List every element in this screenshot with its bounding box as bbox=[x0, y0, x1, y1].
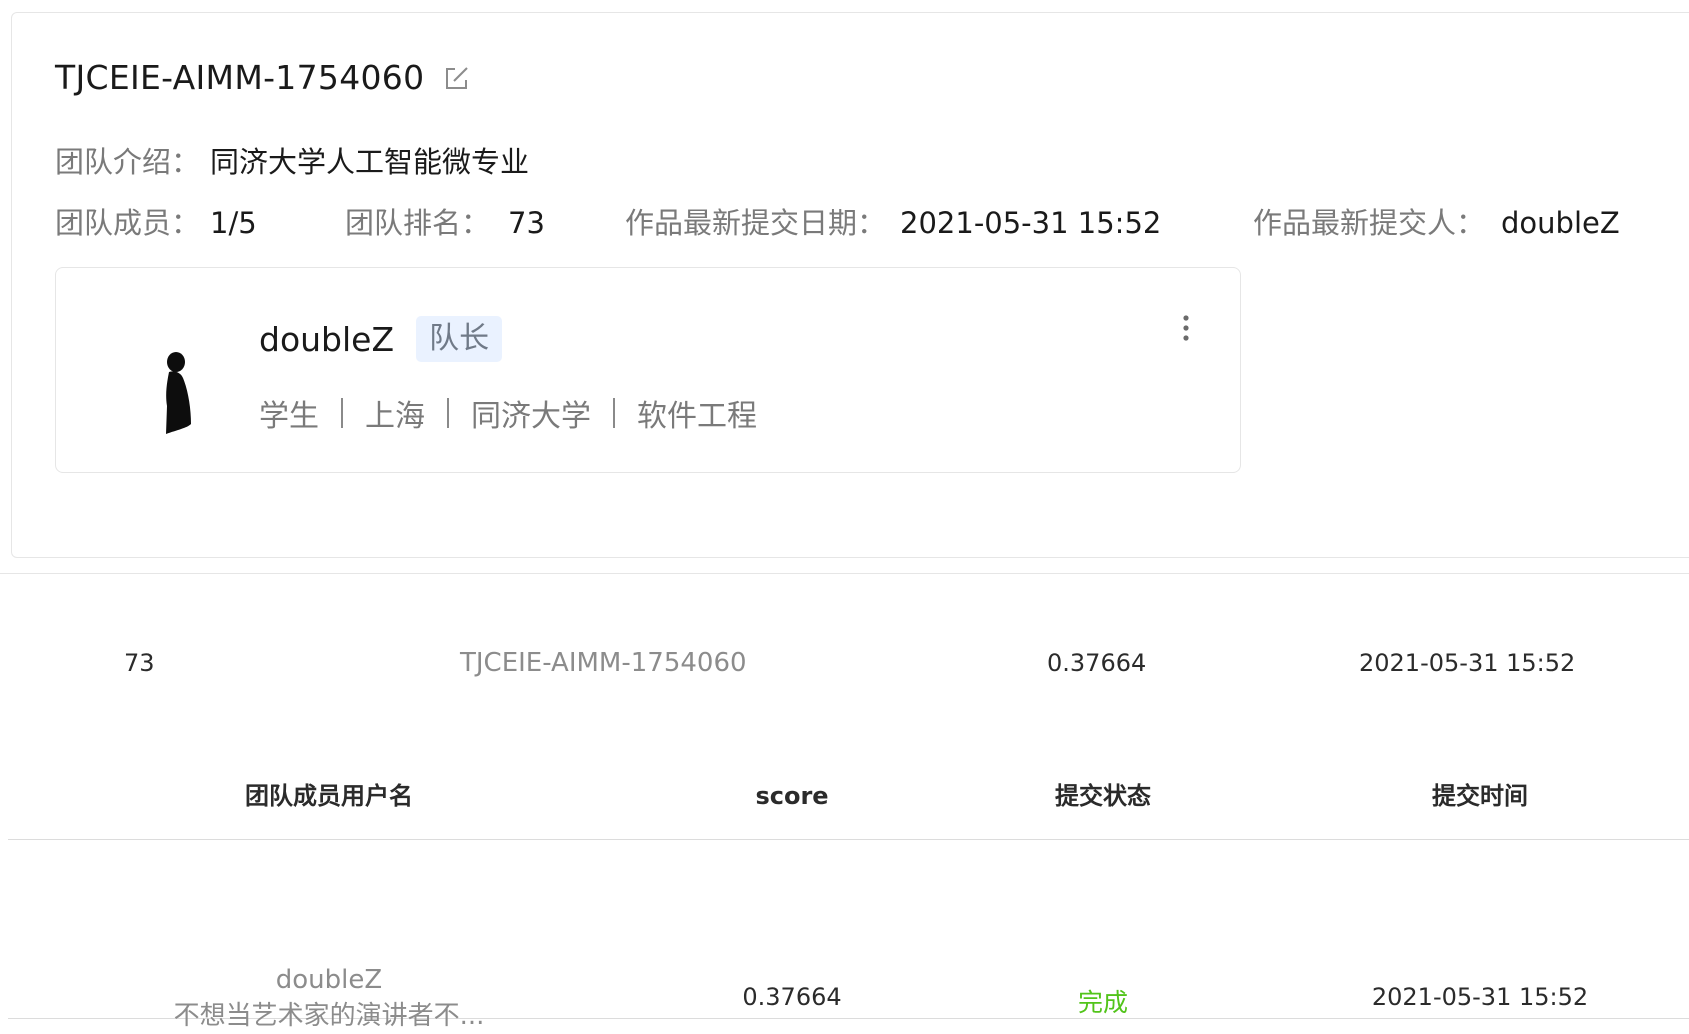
member-info: 学生 上海 同济大学 软件工程 bbox=[259, 391, 757, 435]
rank-row-time: 2021-05-31 15:52 bbox=[1359, 649, 1576, 677]
separator bbox=[341, 398, 343, 428]
avatar-silhouette-icon bbox=[161, 350, 203, 436]
rank-row-team-name[interactable]: TJCEIE-AIMM-1754060 bbox=[460, 645, 747, 681]
member-name-row: doubleZ 队长 bbox=[259, 316, 503, 362]
member-card: doubleZ 队长 学生 上海 同济大学 软件工程 bbox=[55, 267, 1241, 473]
column-header-username: 团队成员用户名 bbox=[245, 782, 413, 810]
team-title-row: TJCEIE-AIMM-1754060 bbox=[55, 58, 472, 97]
member-signature: 不想当艺术家的演讲者不... bbox=[173, 1001, 485, 1031]
column-header-time: 提交时间 bbox=[1432, 782, 1528, 810]
team-latest-date: 作品最新提交日期： 2021-05-31 15:52 bbox=[625, 200, 1161, 242]
team-name: TJCEIE-AIMM-1754060 bbox=[55, 58, 425, 97]
team-latest-submitter: 作品最新提交人： doubleZ bbox=[1253, 200, 1620, 242]
team-latest-submitter-label: 作品最新提交人： bbox=[1253, 206, 1486, 240]
team-intro-value: 同济大学人工智能微专业 bbox=[210, 145, 530, 179]
team-latest-submitter-value: doubleZ bbox=[1501, 206, 1620, 240]
member-submit-time: 2021-05-31 15:52 bbox=[1371, 983, 1589, 1011]
member-username-cell: doubleZ 不想当艺术家的演讲者不... bbox=[174, 962, 485, 1034]
team-members-count: 团队成员： 1/5 bbox=[55, 200, 257, 242]
team-rank-label: 团队排名： bbox=[345, 206, 491, 240]
team-info-panel: TJCEIE-AIMM-1754060 团队介绍： 同济大学人工智能微专业 团队成… bbox=[11, 12, 1689, 558]
team-rank-value: 73 bbox=[508, 206, 545, 240]
team-members-value: 1/5 bbox=[210, 206, 257, 240]
rank-row-score: 0.37664 bbox=[1047, 649, 1147, 677]
table-row: doubleZ 不想当艺术家的演讲者不... 0.37664 完成 2021-0… bbox=[8, 840, 1689, 1031]
more-vertical-icon[interactable] bbox=[1178, 310, 1194, 350]
rank-row: 73 TJCEIE-AIMM-1754060 0.37664 2021-05-3… bbox=[0, 645, 1689, 681]
rank-row-rank: 73 bbox=[124, 649, 155, 677]
column-header-status: 提交状态 bbox=[1055, 782, 1151, 810]
member-school: 同济大学 bbox=[471, 399, 591, 434]
member-score: 0.37664 bbox=[742, 983, 842, 1011]
divider bbox=[0, 573, 1689, 574]
team-intro-label: 团队介绍： bbox=[55, 145, 201, 179]
member-username[interactable]: doubleZ bbox=[174, 962, 485, 998]
team-members-label: 团队成员： bbox=[55, 206, 201, 240]
separator bbox=[613, 398, 615, 428]
column-header-score: score bbox=[755, 782, 829, 810]
members-table: 团队成员用户名 score 提交状态 提交时间 doubleZ 不想当艺术家的演… bbox=[8, 770, 1689, 1031]
member-name: doubleZ bbox=[259, 319, 395, 359]
table-header: 团队成员用户名 score 提交状态 提交时间 bbox=[8, 770, 1689, 840]
team-latest-date-value: 2021-05-31 15:52 bbox=[900, 206, 1162, 240]
edit-icon[interactable] bbox=[442, 63, 472, 93]
member-major: 软件工程 bbox=[637, 399, 757, 434]
team-latest-date-label: 作品最新提交日期： bbox=[625, 206, 887, 240]
team-intro: 团队介绍： 同济大学人工智能微专业 bbox=[55, 139, 529, 181]
separator bbox=[447, 398, 449, 428]
member-identity: 学生 bbox=[259, 399, 319, 434]
role-badge: 队长 bbox=[416, 316, 503, 362]
member-city: 上海 bbox=[365, 399, 425, 434]
team-rank: 团队排名： 73 bbox=[345, 200, 545, 242]
member-status: 完成 bbox=[1077, 988, 1129, 1017]
